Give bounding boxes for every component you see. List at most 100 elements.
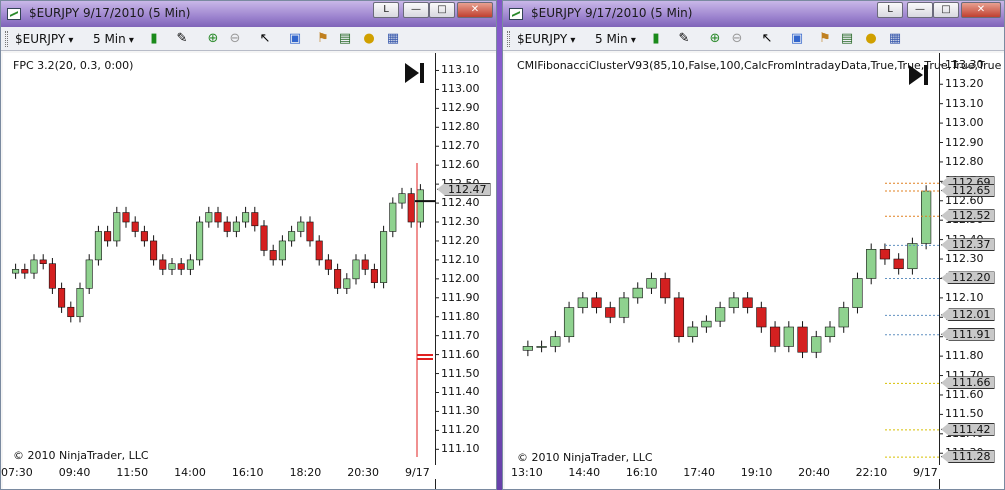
candle-body: [673, 297, 685, 338]
candlestick-style-icon[interactable]: ▮: [146, 31, 162, 47]
time-tick-label: 9/17: [405, 466, 430, 479]
pointer-icon[interactable]: ↖: [257, 31, 273, 47]
candle-body: [30, 259, 38, 274]
candle-body: [297, 221, 305, 232]
candle-body: [21, 269, 29, 274]
copyright-label: © 2010 NinjaTrader, LLC: [517, 451, 653, 464]
link-button[interactable]: L: [373, 2, 399, 18]
minimize-button[interactable]: —: [403, 2, 429, 18]
candle-body: [893, 258, 904, 270]
properties-icon[interactable]: ▣: [287, 31, 303, 47]
strategies-icon[interactable]: ⚑: [817, 31, 833, 47]
market-data-icon[interactable]: ●: [863, 31, 879, 47]
time-tick-label: 11:50: [116, 466, 149, 479]
strategies-icon[interactable]: ⚑: [315, 31, 331, 47]
candle-body: [122, 212, 130, 223]
instrument-selector[interactable]: $EURJPY: [15, 32, 73, 46]
price-tick-label: 113.00: [945, 116, 984, 130]
minimize-button[interactable]: —: [907, 2, 933, 18]
price-marker-badge: 112.01: [941, 308, 995, 322]
price-axis[interactable]: [939, 53, 940, 489]
price-chart[interactable]: FPC 3.2(20, 0.3, 0:00) 113.10 113.00 112.9…: [1, 53, 496, 489]
market-data-icon[interactable]: ●: [361, 31, 377, 47]
period-selector[interactable]: 5 Min: [595, 32, 636, 46]
price-tick-label: 111.50: [945, 407, 984, 421]
price-marker-badge: 112.37: [941, 238, 995, 252]
data-box-icon[interactable]: ▦: [385, 31, 401, 47]
price-tick-label: 112.10: [945, 290, 984, 304]
time-axis[interactable]: 07:30 09:40 11:50 14:00 16:10 18:20 20:30 9/17: [1, 465, 496, 479]
chart-app-icon: [7, 8, 21, 20]
title-bar[interactable]: $EURJPY 9/17/2010 (5 Min) L — □ ✕: [1, 1, 496, 27]
candle-body: [196, 221, 204, 261]
candle-body: [522, 346, 533, 351]
candle-body: [907, 243, 918, 270]
chart-toolbar: $EURJPY 5 Min ▮ ✎ ⊕ ⊖ ↖ ▣ ⚑ ▤ ● ▦: [503, 27, 1004, 51]
candle-body: [783, 326, 794, 347]
time-axis[interactable]: 13:10 14:40 16:10 17:40 19:10 20:40 22:10 9/17: [505, 465, 1004, 479]
zoom-in-icon[interactable]: ⊕: [707, 31, 723, 47]
price-marker-badge: 112.20: [941, 271, 995, 285]
price-tick-label: 112.80: [945, 154, 984, 168]
candle-body: [288, 231, 296, 242]
price-tick-label: 111.90: [441, 290, 480, 304]
indicators-icon[interactable]: ▤: [337, 31, 353, 47]
price-axis[interactable]: [435, 53, 436, 489]
price-chart[interactable]: CMIFibonacciClusterV93(85,10,False,100,C…: [505, 53, 1004, 489]
candle-body: [260, 225, 268, 251]
candle-body: [324, 259, 332, 270]
candle-body: [150, 240, 158, 261]
price-tick-label: 112.40: [441, 196, 480, 210]
zoom-out-icon[interactable]: ⊖: [227, 31, 243, 47]
candle-body: [797, 326, 808, 353]
candle-body: [251, 212, 259, 227]
candle-body: [605, 307, 616, 318]
close-button[interactable]: ✕: [961, 2, 1001, 18]
price-marker-badge: 111.28: [941, 450, 995, 464]
time-tick-label: 16:10: [231, 466, 264, 479]
maximize-button[interactable]: □: [933, 2, 959, 18]
properties-icon[interactable]: ▣: [789, 31, 805, 47]
candle-body: [223, 221, 231, 232]
price-tick-label: 112.00: [441, 271, 480, 285]
indicators-icon[interactable]: ▤: [839, 31, 855, 47]
pen-draw-icon[interactable]: ✎: [174, 31, 190, 47]
candle-body: [756, 307, 767, 328]
zoom-in-icon[interactable]: ⊕: [205, 31, 221, 47]
candle-body: [334, 269, 342, 289]
candle-body: [48, 263, 56, 289]
chart-window-right[interactable]: $EURJPY 9/17/2010 (5 Min) L — □ ✕ $EURJP…: [502, 0, 1005, 490]
candle-body: [361, 259, 369, 270]
candlestick-style-icon[interactable]: ▮: [648, 31, 664, 47]
maximize-button[interactable]: □: [429, 2, 455, 18]
data-box-icon[interactable]: ▦: [887, 31, 903, 47]
close-button[interactable]: ✕: [457, 2, 493, 18]
price-tick-label: 112.10: [441, 252, 480, 266]
price-marker-badge: 112.47: [437, 182, 491, 196]
time-tick-label: 18:20: [289, 466, 322, 479]
candle-body: [12, 269, 20, 274]
candle-body: [232, 221, 240, 232]
candle-body: [39, 259, 47, 264]
candle-body: [742, 297, 753, 308]
zoom-out-icon[interactable]: ⊖: [729, 31, 745, 47]
time-tick-label: 20:30: [347, 466, 379, 479]
price-tick-label: 111.10: [441, 442, 480, 456]
price-tick-label: 111.20: [441, 423, 480, 437]
pen-draw-icon[interactable]: ✎: [676, 31, 692, 47]
candle-body: [242, 212, 250, 223]
price-marker-badge: 111.66: [941, 376, 995, 390]
candle-body: [618, 297, 630, 318]
pointer-icon[interactable]: ↖: [759, 31, 775, 47]
chart-window-left[interactable]: $EURJPY 9/17/2010 (5 Min) L — □ ✕ $EURJP…: [0, 0, 497, 490]
candle-body: [389, 202, 397, 232]
period-selector[interactable]: 5 Min: [93, 32, 134, 46]
price-tick-label: 111.40: [441, 385, 480, 399]
candlestick-plot: [12, 69, 439, 457]
candle-body: [67, 306, 75, 318]
price-tick-label: 112.90: [441, 101, 480, 115]
link-button[interactable]: L: [877, 2, 903, 18]
candle-body: [76, 288, 84, 318]
instrument-selector[interactable]: $EURJPY: [517, 32, 575, 46]
title-bar[interactable]: $EURJPY 9/17/2010 (5 Min) L — □ ✕: [503, 1, 1004, 27]
